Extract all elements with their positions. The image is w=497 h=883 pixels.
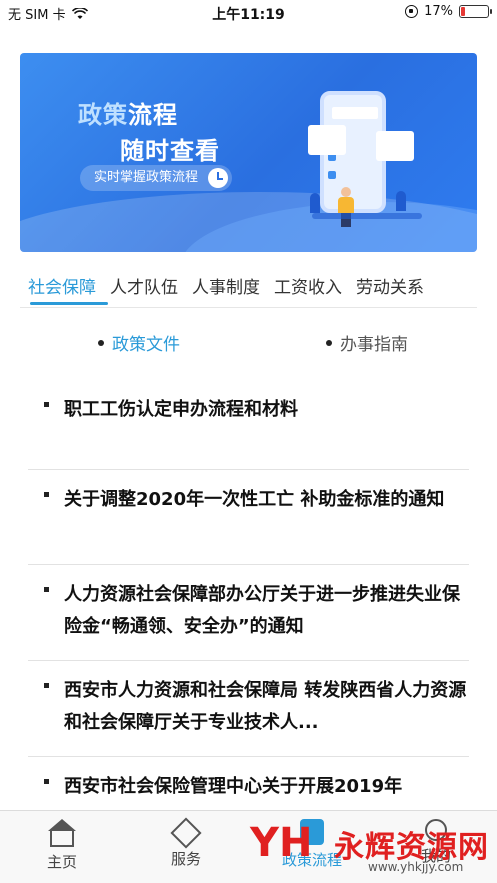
- profile-icon: [425, 819, 447, 841]
- plant-illustration: [396, 191, 406, 211]
- list-item[interactable]: 人力资源社会保障部办公厅关于进一步推进失业保险金“畅通领、安全办”的通知: [28, 565, 469, 661]
- nav-home[interactable]: 主页: [22, 819, 102, 872]
- subtab-policy-documents[interactable]: 政策文件: [98, 330, 180, 355]
- banner-title-line1: 政策流程: [78, 101, 178, 129]
- status-right: 17%: [405, 4, 492, 19]
- bullet-dot: [98, 339, 104, 346]
- tab-social-security[interactable]: 社会保障: [28, 270, 96, 306]
- subtab-label: 办事指南: [340, 335, 408, 355]
- banner-title-line2: 随时查看: [120, 137, 220, 165]
- tab-personnel-system[interactable]: 人事制度: [192, 270, 260, 306]
- active-tab-indicator: [30, 302, 108, 305]
- policy-banner[interactable]: 政策流程 随时查看 实时掌握政策流程: [20, 53, 477, 252]
- nav-profile-label: 我的: [420, 847, 451, 865]
- person-illustration: [338, 187, 354, 227]
- rotation-lock-icon: [405, 5, 419, 18]
- list-item[interactable]: 职工工伤认定申办流程和材料: [28, 380, 469, 470]
- tab-labor-relations[interactable]: 劳动关系: [356, 270, 424, 306]
- nav-home-label: 主页: [46, 853, 77, 871]
- service-icon: [170, 817, 202, 849]
- list-item-title: 西安市人力资源和社会保障局 转发陕西省人力资源和社会保障厅关于专业技术人...: [64, 680, 467, 733]
- list-item[interactable]: 西安市社会保险管理中心关于开展2019年: [28, 757, 469, 817]
- bullet-icon: [44, 779, 49, 784]
- policy-list: 职工工伤认定申办流程和材料 关于调整2020年一次性工亡 补助金标准的通知 人力…: [28, 380, 469, 817]
- list-item-title: 人力资源社会保障部办公厅关于进一步推进失业保险金“畅通领、安全办”的通知: [64, 584, 460, 637]
- check-icon: [328, 171, 336, 179]
- process-icon: [300, 819, 324, 845]
- bottom-nav: 主页 服务 政策流程 我的: [0, 810, 497, 883]
- battery-fill: [461, 7, 466, 16]
- nav-policy-process[interactable]: 政策流程: [272, 819, 352, 870]
- list-item-title: 关于调整2020年一次性工亡 补助金标准的通知: [64, 489, 445, 510]
- bullet-icon: [44, 492, 49, 497]
- list-item[interactable]: 关于调整2020年一次性工亡 补助金标准的通知: [28, 470, 469, 565]
- nav-profile[interactable]: 我的: [396, 819, 476, 866]
- battery-icon: [459, 5, 492, 18]
- nav-service-label: 服务: [170, 850, 201, 868]
- bullet-icon: [44, 402, 49, 407]
- banner-pill-text: 实时掌握政策流程: [94, 170, 199, 185]
- list-item-title: 职工工伤认定申办流程和材料: [64, 399, 298, 420]
- floating-card: [308, 125, 346, 155]
- floating-card: [376, 131, 414, 161]
- plant-illustration: [310, 193, 320, 213]
- bullet-icon: [44, 587, 49, 592]
- nav-service[interactable]: 服务: [146, 817, 226, 869]
- status-bar: 无 SIM 卡 上午11:19 17%: [0, 0, 497, 26]
- subtab-service-guide[interactable]: 办事指南: [326, 330, 408, 355]
- category-tabs: 社会保障 人才队伍 人事制度 工资收入 劳动关系: [20, 270, 477, 306]
- bullet-dot: [326, 339, 332, 346]
- bullet-icon: [44, 683, 49, 688]
- clock-icon: [208, 168, 229, 188]
- tab-salary-income[interactable]: 工资收入: [274, 270, 342, 306]
- tabs-divider: [20, 307, 477, 308]
- subtab-label: 政策文件: [112, 335, 180, 355]
- tab-talent-team[interactable]: 人才队伍: [110, 270, 178, 306]
- list-item[interactable]: 西安市人力资源和社会保障局 转发陕西省人力资源和社会保障厅关于专业技术人...: [28, 661, 469, 757]
- list-item-title: 西安市社会保险管理中心关于开展2019年: [64, 776, 403, 797]
- banner-pill: 实时掌握政策流程: [80, 165, 233, 191]
- battery-percent: 17%: [424, 4, 453, 19]
- stand-illustration: [312, 213, 422, 219]
- home-icon: [48, 819, 76, 847]
- nav-process-label: 政策流程: [281, 851, 342, 869]
- phone-card: [332, 107, 378, 119]
